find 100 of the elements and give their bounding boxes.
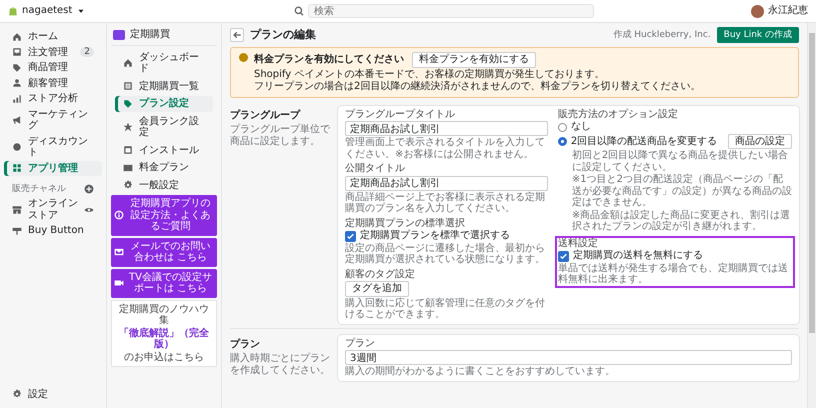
shopping-bag-icon (8, 6, 18, 16)
checkbox-label: 定期購買プランを標準で選択する (360, 230, 510, 242)
search-field[interactable]: 検索 (308, 4, 594, 18)
sidebar-item[interactable]: 設定 (4, 386, 102, 402)
promo-link: のお申込はこちら (124, 352, 204, 363)
field-label: 販売方法のオプション設定 (558, 108, 679, 120)
mail-icon (114, 247, 124, 257)
sidebar-item[interactable]: 顧客管理 (4, 76, 102, 91)
search-icon (294, 6, 304, 16)
text-field[interactable]: 3週間 (345, 350, 792, 366)
text-field[interactable]: 定期商品お試し割引 (345, 176, 548, 191)
help-text: 購入回数に応じて顧客管理に任意のタグを付けることができます。 (345, 298, 546, 321)
app-menu-item[interactable]: 料金プラン (115, 160, 213, 176)
help-text: 商品詳細ページ上でお客様に表示される定期購買のプラン名を入力してください。 (345, 192, 546, 215)
sign-icon (12, 226, 22, 236)
section-description: プラングループ単位で商品に設定します。 (230, 124, 330, 148)
video-camera-icon (114, 278, 124, 288)
help-button[interactable]: 定期購買アプリの設定方法・よくあるご質問 (111, 195, 217, 236)
create-link-button[interactable]: Buy Link の作成 (716, 27, 799, 44)
person-icon (12, 78, 22, 88)
gear-icon (12, 389, 22, 400)
radio-button[interactable] (558, 137, 567, 146)
help-text: 設定の商品ページに遷移した場合、最初から定期購買が選択されている状態になります。 (345, 242, 546, 266)
user-name: 永江紀恵 (768, 5, 808, 17)
radio-label: なし (570, 121, 592, 133)
note-text: 初回と2回目以降で異なる商品を提供したい場合に設定してください。 (570, 150, 790, 174)
field-label: 顧客のタグ設定 (345, 268, 416, 280)
card-icon (123, 162, 133, 173)
back-arrow-icon (232, 30, 242, 40)
warning-icon (239, 53, 248, 62)
count-badge: 2 (80, 47, 94, 58)
credit-text: 作成 Huckleberry, Inc. (613, 30, 711, 40)
megaphone-icon (12, 115, 22, 125)
add-tag-button[interactable]: タグを追加 (345, 281, 409, 297)
house-icon (123, 58, 133, 68)
field-label: 定期購買プランの標準選択 (345, 218, 466, 230)
enable-plan-button[interactable]: 料金プランを有効にする (412, 52, 536, 68)
star-icon (123, 122, 133, 132)
app-menu-item[interactable]: 会員ランク設定 (115, 114, 213, 140)
section-description: 購入時期ごとにプランを作成してください。 (230, 353, 330, 376)
field-label: 公開タイトル (345, 163, 406, 175)
sidebar-item[interactable]: 商品管理 (4, 60, 102, 76)
tag-icon (123, 98, 133, 109)
help-button[interactable]: メールでのお問い合わせは こちら (111, 238, 217, 266)
sidebar-item[interactable]: マーケティング (4, 106, 102, 134)
sidebar-item[interactable]: Buy Button (4, 223, 102, 239)
field-label: 送料設定 (558, 238, 599, 250)
text-field[interactable]: 定期商品お試し割引 (345, 121, 548, 136)
product-settings-button[interactable]: 商品の設定 (728, 134, 792, 150)
sidebar-item[interactable]: ストア分析 (4, 91, 102, 106)
sidebar-item[interactable]: ディスカウント (4, 134, 102, 160)
sidebar-item[interactable]: ホーム (4, 29, 102, 44)
radio-label: 2回目以降の配送商品を変更する (570, 136, 718, 148)
window-icon (123, 145, 133, 156)
banner-text: Shopify ペイメントの本番モードで、お客様の定期購買が発生しております。 (254, 68, 604, 80)
sidebar-item[interactable]: 注文管理 2 (4, 44, 102, 60)
house-icon (12, 32, 22, 42)
section-heading: 販売チャネル (12, 184, 66, 194)
checklist-icon (123, 81, 133, 92)
inbox-icon (12, 47, 22, 58)
section-title: プラン (230, 338, 261, 350)
gear-icon (123, 180, 133, 190)
app-title: 定期購買 (130, 29, 170, 40)
grid-icon (12, 163, 22, 174)
store-name[interactable]: nagaetest (22, 5, 72, 17)
note-text: ※1つ目と2つ目の配送設定（商品ページの「配送が必要な商品です」の設定）が異なる商品の設定はできません。 (570, 174, 792, 209)
page-title: プランの編集 (250, 28, 317, 42)
promo-card[interactable]: 定期購買のノウハウ集 「徹底解説」（完全版） のお申込はこちら (111, 300, 217, 367)
store-icon (12, 204, 22, 215)
scrollbar[interactable] (807, 23, 816, 408)
sidebar-item[interactable]: アプリ管理 (4, 160, 102, 176)
sidebar-item[interactable]: オンラインストア (4, 196, 102, 224)
app-menu-item[interactable]: インストール (115, 142, 213, 158)
banner-text: フリープランの場合は2回目以降の継続決済がされませんので、料金プランを切り替えてください。 (254, 81, 700, 93)
field-label: プラン (345, 338, 376, 350)
promo-title: 「徹底解説」（完全版） (118, 328, 210, 350)
banner-title: 料金プランを有効にしてください (254, 54, 404, 66)
help-text: 購入の期間がわかるように書くことをおすすめしています。 (345, 366, 616, 378)
bar-chart-icon (12, 94, 22, 104)
checkbox[interactable] (558, 250, 569, 262)
section-title: プラングループ (230, 110, 302, 122)
checkbox-label: 定期購買の送料を無料にする (572, 250, 703, 262)
promo-heading: 定期購買のノウハウ集 (118, 304, 210, 326)
note-text: ※商品金額は設定した商品に変更され、割引は選択されたプランの設定が引き継がれます。 (570, 210, 792, 233)
checkbox[interactable] (345, 230, 356, 242)
field-label: プラングループタイトル (345, 108, 456, 120)
help-button[interactable]: TV会議での設定サポートは こちら (111, 268, 217, 298)
back-button[interactable] (230, 28, 244, 42)
scrollbar-thumb[interactable] (809, 33, 815, 333)
tag-icon (12, 62, 22, 73)
badge-icon (12, 142, 22, 152)
app-menu-item[interactable]: プラン設定 (115, 96, 213, 112)
avatar[interactable] (751, 4, 764, 18)
plus-icon (84, 184, 94, 194)
app-menu-item[interactable]: 一般設定 (115, 178, 213, 193)
radio-button[interactable] (558, 122, 567, 132)
app-menu-item[interactable]: ダッシュボード (115, 50, 213, 76)
help-text: 管理画面上で表示されるタイトルを入力してください。※お客様には公開されません。 (345, 137, 546, 160)
info-icon (114, 210, 124, 220)
app-menu-item[interactable]: 定期購買一覧 (115, 78, 213, 94)
